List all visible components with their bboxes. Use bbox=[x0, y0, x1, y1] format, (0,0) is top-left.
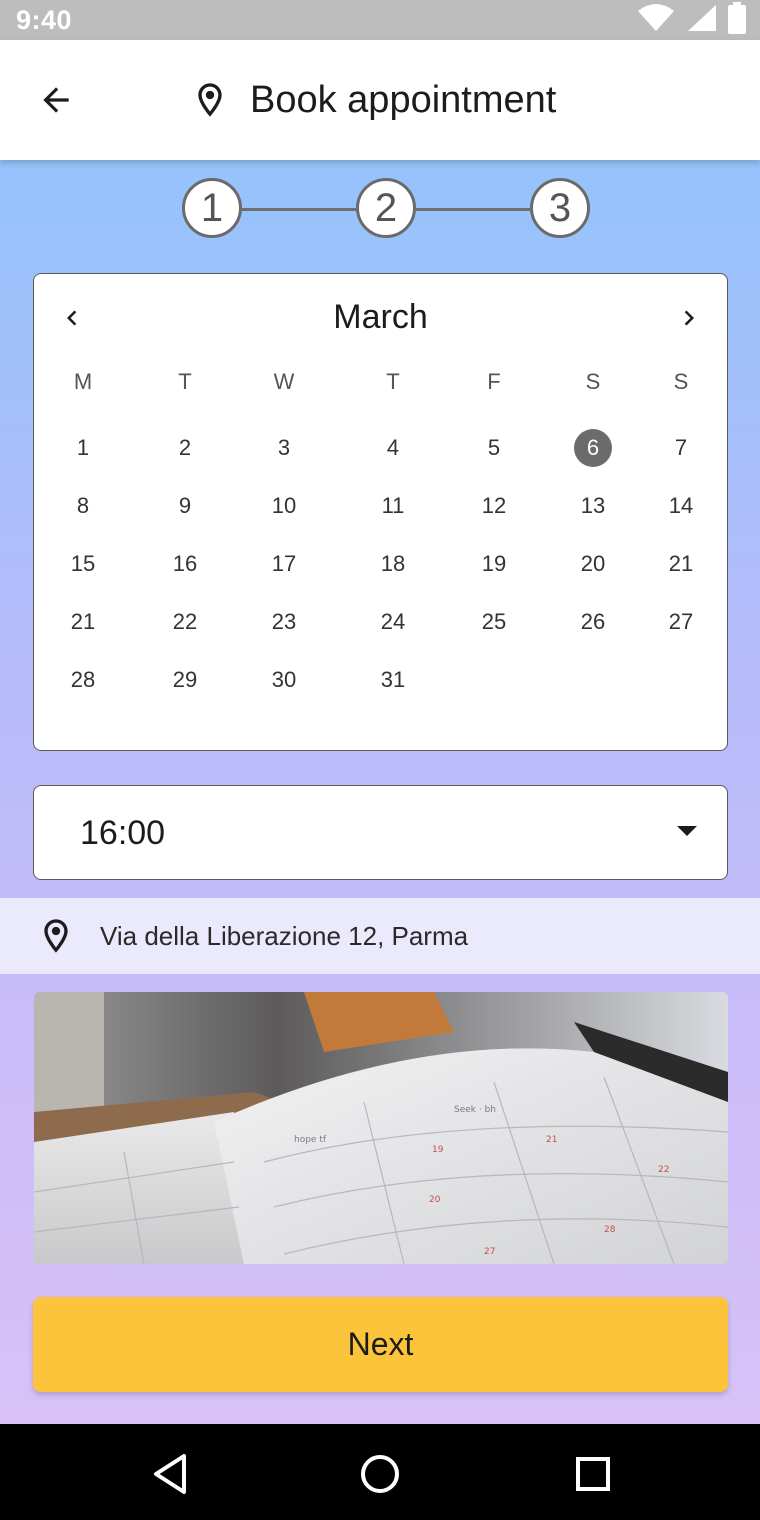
stepper-connector bbox=[416, 208, 530, 211]
chevron-right-icon bbox=[684, 310, 694, 326]
calendar-day[interactable]: 21 bbox=[659, 544, 703, 584]
step-1[interactable]: 1 bbox=[182, 178, 242, 238]
calendar-day[interactable]: 28 bbox=[61, 660, 105, 700]
stepper-connector bbox=[242, 208, 358, 211]
calendar-day[interactable]: 3 bbox=[262, 428, 306, 468]
calendar-day[interactable]: 26 bbox=[571, 602, 615, 642]
calendar-month: March bbox=[333, 298, 428, 336]
calendar-day[interactable]: 8 bbox=[61, 486, 105, 526]
status-bar: 9:40 bbox=[0, 0, 760, 40]
home-circle-icon bbox=[361, 1455, 399, 1493]
svg-text:22: 22 bbox=[658, 1165, 669, 1175]
navigation-bar bbox=[0, 1424, 760, 1520]
address-row: Via della Liberazione 12, Parma bbox=[0, 898, 760, 974]
cell-signal-icon bbox=[686, 3, 718, 38]
calendar-day[interactable]: 18 bbox=[371, 544, 415, 584]
calendar-day[interactable]: 21 bbox=[61, 602, 105, 642]
calendar-day[interactable]: 2 bbox=[163, 428, 207, 468]
battery-icon bbox=[728, 1, 746, 39]
calendar-day[interactable]: 29 bbox=[163, 660, 207, 700]
svg-text:27: 27 bbox=[484, 1247, 495, 1257]
step-3[interactable]: 3 bbox=[530, 178, 590, 238]
status-time: 9:40 bbox=[16, 4, 73, 35]
calendar-day[interactable]: 17 bbox=[262, 544, 306, 584]
svg-text:19: 19 bbox=[432, 1145, 444, 1155]
title-group: Book appointment bbox=[190, 76, 556, 124]
location-pin-icon bbox=[44, 919, 68, 953]
calendar-day[interactable]: 24 bbox=[371, 602, 415, 642]
calendar-day[interactable]: 23 bbox=[262, 602, 306, 642]
weekday-header: M T W T F S S bbox=[34, 362, 729, 402]
calendar-day[interactable]: 31 bbox=[371, 660, 415, 700]
caret-down-icon bbox=[677, 826, 697, 836]
calendar-day[interactable]: 27 bbox=[659, 602, 703, 642]
calendar-day[interactable]: 25 bbox=[472, 602, 516, 642]
calendar-day[interactable]: 14 bbox=[659, 486, 703, 526]
status-icons bbox=[636, 1, 746, 39]
weekday-label: T bbox=[386, 369, 400, 394]
weekday-label: T bbox=[178, 369, 192, 394]
app-bar: Book appointment bbox=[0, 40, 760, 160]
calendar-day[interactable]: 11 bbox=[371, 486, 415, 526]
calendar-day[interactable]: 19 bbox=[472, 544, 516, 584]
calendar-day[interactable]: 12 bbox=[472, 486, 516, 526]
weekday-label: S bbox=[673, 369, 689, 394]
weekday-label: W bbox=[273, 369, 295, 394]
main-content: 1 2 3 March M T W T F S S 1 2 3 4 5 6 7 … bbox=[0, 160, 760, 1424]
calendar-day[interactable]: 20 bbox=[571, 544, 615, 584]
calendar-day-selected[interactable]: 6 bbox=[571, 428, 615, 468]
calendar-week: 21 22 23 24 25 26 27 bbox=[34, 602, 729, 642]
arrow-back-icon bbox=[43, 87, 69, 113]
next-button[interactable]: Next bbox=[33, 1297, 728, 1392]
calendar-day[interactable]: 30 bbox=[262, 660, 306, 700]
calendar-day[interactable]: 15 bbox=[61, 544, 105, 584]
weekday-label: M bbox=[73, 369, 93, 394]
recents-square-icon bbox=[576, 1457, 610, 1491]
weekday-label: S bbox=[585, 369, 601, 394]
nav-back-button[interactable] bbox=[142, 1446, 198, 1502]
svg-text:20: 20 bbox=[429, 1195, 441, 1205]
calendar-day[interactable]: 22 bbox=[163, 602, 207, 642]
calendar-week: 15 16 17 18 19 20 21 bbox=[34, 544, 729, 584]
calendar-day[interactable]: 13 bbox=[571, 486, 615, 526]
calendar-week: 1 2 3 4 5 6 7 bbox=[34, 428, 729, 468]
time-value: 16:00 bbox=[80, 814, 166, 852]
calendar-day[interactable]: 5 bbox=[472, 428, 516, 468]
address-text: Via della Liberazione 12, Parma bbox=[100, 920, 469, 951]
svg-text:Seek · bh: Seek · bh bbox=[454, 1105, 496, 1115]
calendar-day[interactable]: 4 bbox=[371, 428, 415, 468]
calendar: March M T W T F S S 1 2 3 4 5 6 7 8 9 10… bbox=[33, 273, 728, 751]
page-title: Book appointment bbox=[250, 78, 557, 121]
wifi-icon bbox=[636, 3, 676, 38]
step-2[interactable]: 2 bbox=[356, 178, 416, 238]
calendar-day[interactable]: 10 bbox=[262, 486, 306, 526]
back-button[interactable] bbox=[30, 76, 82, 124]
back-triangle-icon bbox=[154, 1454, 186, 1494]
stepper: 1 2 3 bbox=[180, 178, 590, 240]
calendar-day[interactable]: 16 bbox=[163, 544, 207, 584]
next-month-button[interactable] bbox=[667, 296, 711, 340]
calendar-day[interactable]: 7 bbox=[659, 428, 703, 468]
planner-photo: 19 21 22 20 28 27 Seek · bh hope tf bbox=[34, 992, 728, 1264]
svg-text:28: 28 bbox=[604, 1225, 616, 1235]
planner-image: 19 21 22 20 28 27 Seek · bh hope tf bbox=[34, 992, 728, 1264]
weekday-label: F bbox=[487, 369, 501, 394]
location-pin-icon bbox=[198, 83, 222, 117]
nav-recents-button[interactable] bbox=[565, 1446, 621, 1502]
calendar-day[interactable]: 1 bbox=[61, 428, 105, 468]
calendar-week: 8 9 10 11 12 13 14 bbox=[34, 486, 729, 526]
time-dropdown[interactable]: 16:00 bbox=[33, 785, 728, 880]
nav-home-button[interactable] bbox=[352, 1446, 408, 1502]
svg-text:hope tf: hope tf bbox=[294, 1135, 327, 1145]
svg-text:21: 21 bbox=[546, 1135, 557, 1145]
calendar-day[interactable]: 9 bbox=[163, 486, 207, 526]
calendar-week: 28 29 30 31 bbox=[34, 660, 729, 700]
